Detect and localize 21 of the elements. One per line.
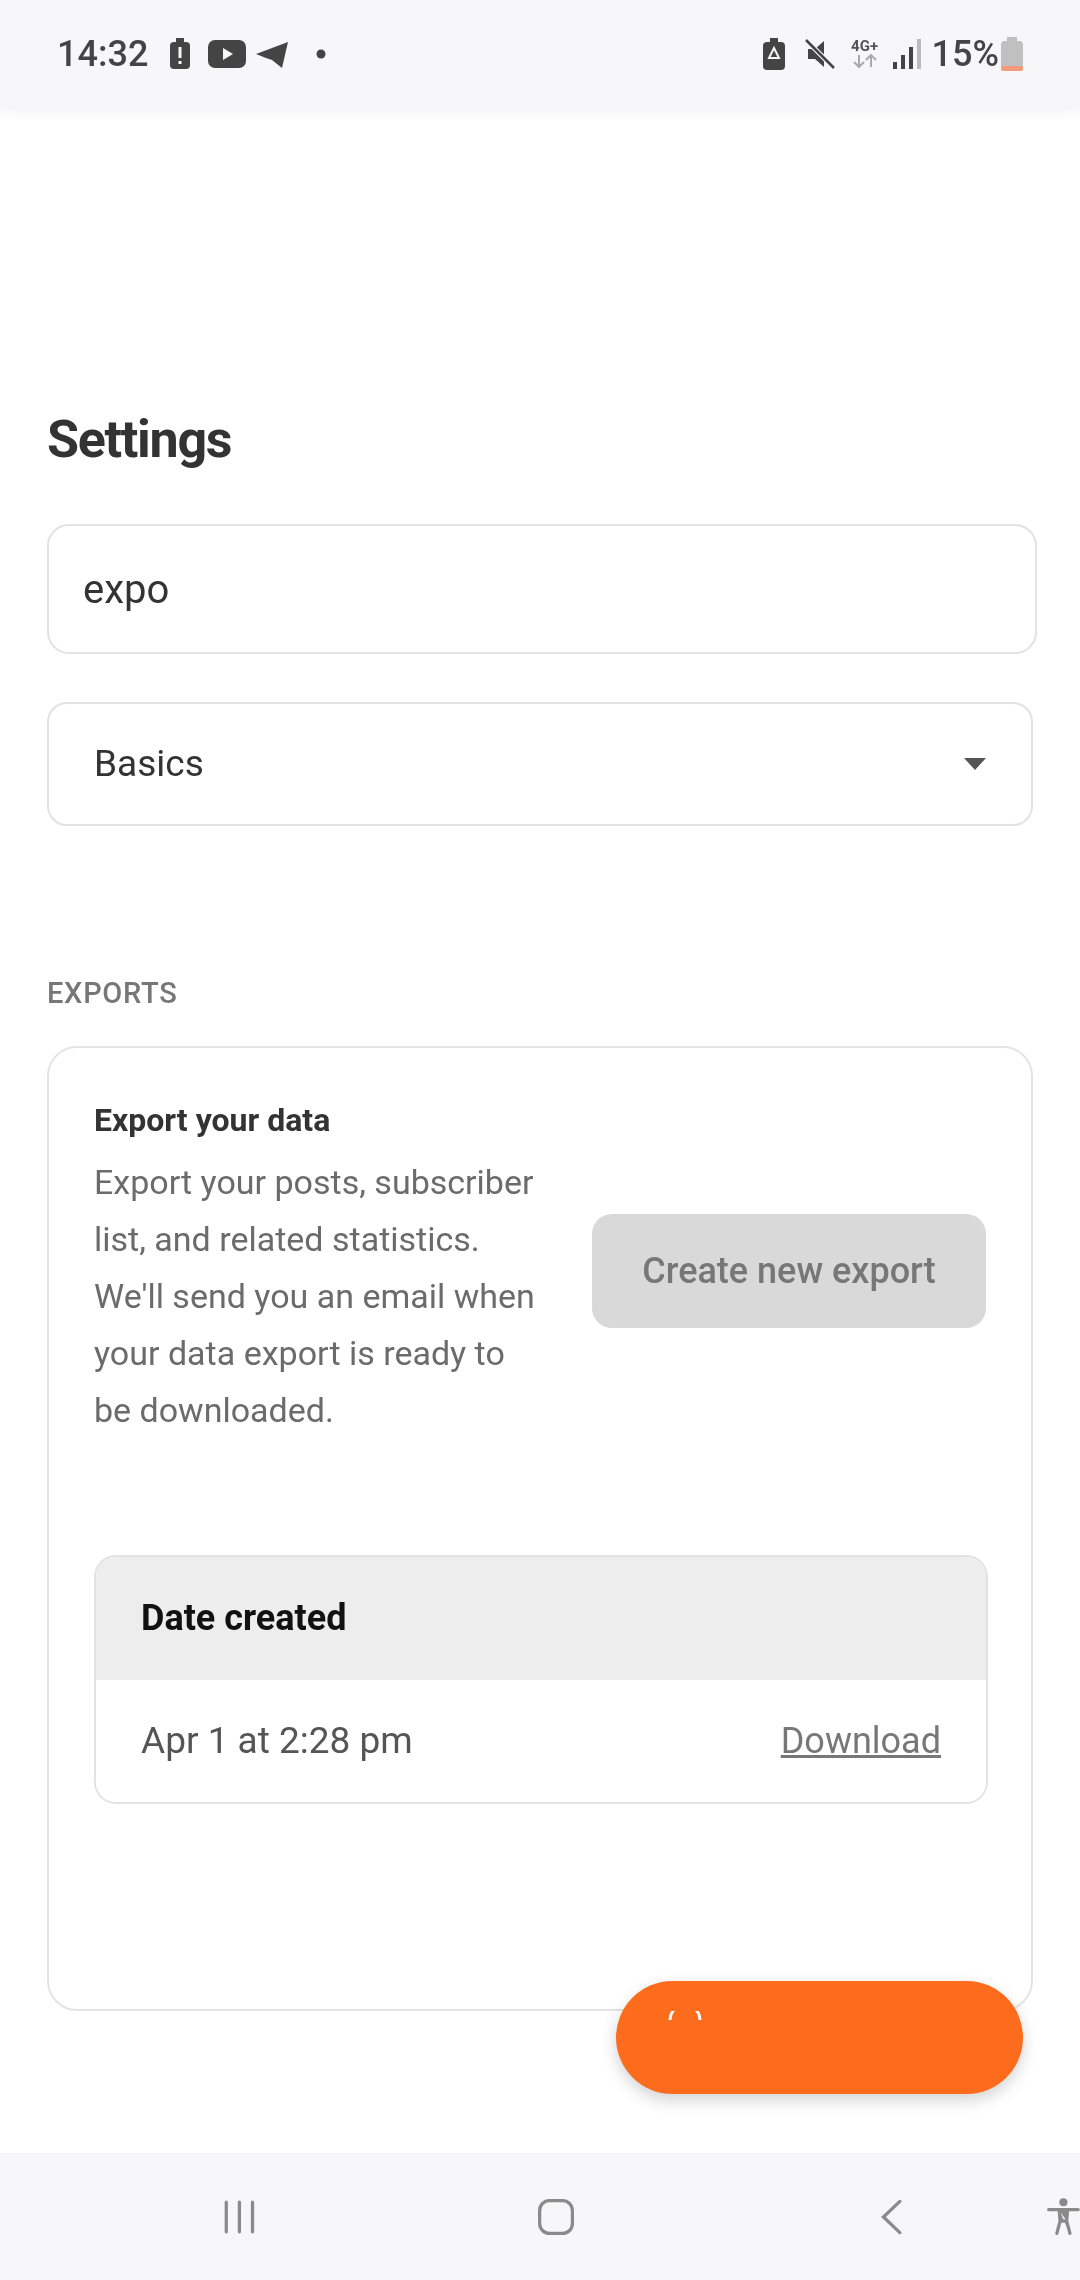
play-icon [208, 39, 247, 68]
floating-button[interactable] [616, 1981, 1023, 2094]
network-label: 4G+ [851, 39, 879, 54]
date-cell-text: Apr 1 at 2:28 pm [141, 1717, 413, 1764]
card-description: Export your posts, subscriber list, and related statistics. We'll send you an email when your data export is ready to be downloaded. [94, 1160, 536, 1432]
battery-alert-icon [168, 37, 193, 70]
battery-saver-icon [761, 37, 786, 70]
section-heading: EXPORTS [47, 975, 179, 1012]
category-dropdown[interactable]: Basics [47, 702, 1033, 826]
battery-percentage: 15% [931, 31, 999, 77]
battery-icon [1001, 36, 1023, 71]
dot-icon [316, 48, 327, 59]
signal-icon [891, 37, 922, 70]
clock: 14:32 [57, 31, 149, 77]
download-link[interactable]: Download [780, 1713, 941, 1768]
page-title: Settings [47, 414, 233, 466]
mute-icon [803, 37, 836, 70]
column-header: Date created [141, 1596, 347, 1641]
search-field[interactable]: expo [47, 524, 1037, 654]
card-title: Export your data [94, 1103, 332, 1136]
dropdown-caret-icon [964, 758, 986, 770]
